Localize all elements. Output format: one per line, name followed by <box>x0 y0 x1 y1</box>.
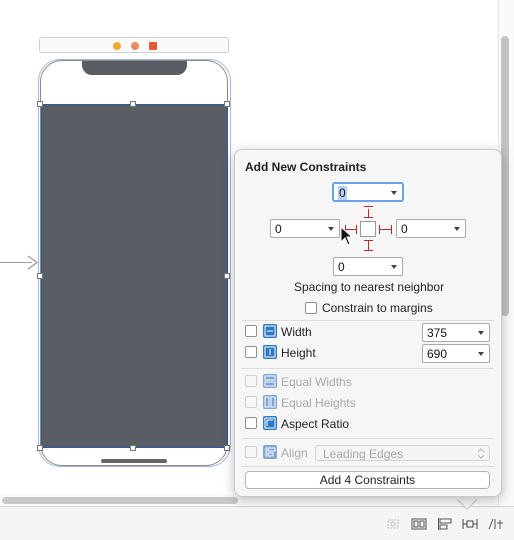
right-spacing-value[interactable]: 0 <box>401 222 408 236</box>
bottom-strut-cap-inner <box>364 240 373 241</box>
width-icon <box>263 324 277 338</box>
view-controller-icon[interactable] <box>131 42 139 50</box>
equal-widths-checkbox[interactable] <box>245 375 257 387</box>
top-spacing-value[interactable]: 0 <box>338 186 347 200</box>
separator <box>242 466 494 467</box>
equal-heights-icon <box>263 395 277 409</box>
aspect-ratio-checkbox[interactable] <box>245 417 257 429</box>
width-checkbox[interactable] <box>245 325 257 337</box>
align-label: Align <box>281 446 308 460</box>
equal-widths-icon <box>263 374 277 388</box>
constrain-to-margins-checkbox[interactable] <box>305 302 317 314</box>
bottom-spacing-combo[interactable]: 0 <box>333 257 403 276</box>
top-spacing-combo[interactable]: 0 <box>332 182 404 202</box>
align-value[interactable]: Leading Edges <box>323 447 403 461</box>
aspect-ratio-label[interactable]: Aspect Ratio <box>281 417 349 431</box>
device-notch <box>82 61 187 75</box>
right-strut-cap <box>391 225 392 234</box>
width-combo[interactable]: 375 <box>422 323 490 342</box>
width-label[interactable]: Width <box>281 325 312 339</box>
separator <box>242 320 494 321</box>
first-responder-icon[interactable] <box>113 42 121 50</box>
height-icon <box>263 345 277 359</box>
resize-handle-left[interactable] <box>37 273 43 279</box>
spacing-caption: Spacing to nearest neighbor <box>294 280 445 294</box>
separator <box>242 438 494 439</box>
right-spacing-combo[interactable]: 0 <box>396 219 466 238</box>
top-strut-cap <box>364 206 373 207</box>
chevron-down-icon[interactable] <box>478 352 484 356</box>
aspect-ratio-icon <box>263 416 277 430</box>
equal-heights-checkbox[interactable] <box>245 396 257 408</box>
resize-handle-top[interactable] <box>130 101 136 107</box>
equal-heights-label[interactable]: Equal Heights <box>281 396 356 410</box>
height-label[interactable]: Height <box>281 346 316 360</box>
bottom-constraint-strut[interactable] <box>368 240 369 250</box>
equal-widths-label[interactable]: Equal Widths <box>281 375 352 389</box>
chevron-down-icon[interactable] <box>391 265 397 269</box>
scene-dock[interactable] <box>39 37 229 53</box>
chevron-down-icon[interactable] <box>478 331 484 335</box>
align-popup-button[interactable]: Leading Edges <box>315 445 490 461</box>
align-checkbox[interactable] <box>245 446 257 458</box>
horizontal-scrollbar-thumb[interactable] <box>2 497 238 504</box>
home-indicator <box>101 459 167 463</box>
separator <box>242 368 494 369</box>
mouse-cursor-icon <box>340 226 354 246</box>
left-strut-cap-inner <box>356 225 357 234</box>
up-down-chevron-icon[interactable] <box>477 448 485 459</box>
chevron-down-icon[interactable] <box>328 227 334 231</box>
constrain-to-margins-label[interactable]: Constrain to margins <box>322 301 433 315</box>
height-value[interactable]: 690 <box>427 347 447 361</box>
top-strut-cap-inner <box>364 217 373 218</box>
left-spacing-value[interactable]: 0 <box>275 222 282 236</box>
update-frames-icon[interactable] <box>385 517 401 531</box>
resize-handle-top-right[interactable] <box>224 101 230 107</box>
bottom-spacing-value[interactable]: 0 <box>338 260 345 274</box>
embed-in-stack-icon[interactable] <box>411 517 427 531</box>
resolve-issues-icon[interactable] <box>488 517 504 531</box>
height-checkbox[interactable] <box>245 346 257 358</box>
vertical-scrollbar-thumb[interactable] <box>501 36 509 316</box>
constraint-center-view <box>360 221 376 237</box>
align-icon[interactable] <box>437 517 453 531</box>
add-constraints-icon[interactable] <box>462 517 478 531</box>
right-constraint-strut[interactable] <box>379 229 391 230</box>
width-value[interactable]: 375 <box>427 326 447 340</box>
exit-icon[interactable] <box>149 42 157 50</box>
resize-handle-bottom-left[interactable] <box>37 445 43 451</box>
resize-handle-top-left[interactable] <box>37 101 43 107</box>
selected-view[interactable] <box>41 104 228 448</box>
right-strut-cap-inner <box>379 225 380 234</box>
align-edges-icon <box>263 445 277 459</box>
popover-title: Add New Constraints <box>245 160 367 174</box>
resize-handle-bottom-right[interactable] <box>224 445 230 451</box>
resize-handle-right[interactable] <box>224 273 230 279</box>
add-constraints-button[interactable]: Add 4 Constraints <box>245 471 490 489</box>
height-combo[interactable]: 690 <box>422 344 490 363</box>
resize-handle-bottom[interactable] <box>130 445 136 451</box>
chevron-down-icon[interactable] <box>454 227 460 231</box>
left-spacing-combo[interactable]: 0 <box>270 219 340 238</box>
chevron-down-icon[interactable] <box>391 191 397 195</box>
bottom-strut-cap <box>364 250 373 251</box>
